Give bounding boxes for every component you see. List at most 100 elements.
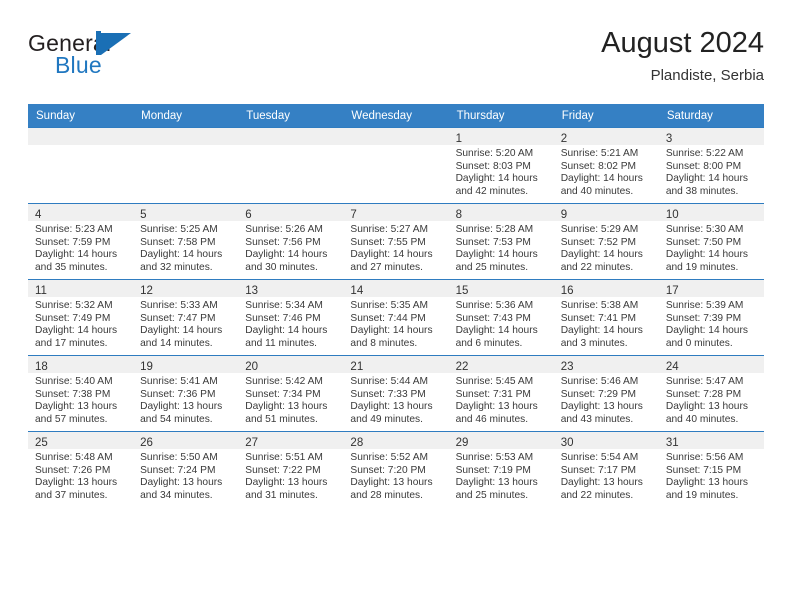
daylight-text-line1: Daylight: 14 hours [245,249,328,261]
calendar-day-cell[interactable]: 30 Sunrise: 5:54 AM Sunset: 7:17 PM Dayligh… [553,431,659,507]
calendar-day-cell[interactable]: 8 Sunrise: 5:28 AM Sunset: 7:53 PM Daylight… [448,203,554,280]
calendar-day-cell[interactable]: 21 Sunrise: 5:44 AM Sunset: 7:33 PM Dayligh… [343,355,449,432]
calendar-day-cell[interactable]: 26 Sunrise: 5:50 AM Sunset: 7:24 PM Dayligh… [133,431,239,507]
sunset-text: Sunset: 7:38 PM [35,388,111,400]
weekday-header-wednesday: Wednesday [343,104,449,128]
sunset-text: Sunset: 7:22 PM [245,464,321,476]
calendar-day-cell[interactable]: 29 Sunrise: 5:53 AM Sunset: 7:19 PM Dayligh… [448,431,554,507]
calendar-day-cell[interactable]: 3 Sunrise: 5:22 AM Sunset: 8:00 PM Daylight… [658,127,764,204]
daylight-text-line2: and 19 minutes. [665,261,739,273]
daylight-text-line2: and 54 minutes. [140,413,213,425]
daylight-text-line2: and 28 minutes. [350,489,423,501]
calendar-day-cell[interactable]: 24 Sunrise: 5:47 AM Sunset: 7:28 PM Dayligh… [658,355,764,432]
daylight-text-line2: and 34 minutes. [140,489,213,501]
sunrise-text: Sunrise: 5:48 AM [35,452,113,463]
sunset-text: Sunset: 7:33 PM [350,388,426,400]
day-cell-inner [343,128,449,203]
calendar-day-cell[interactable]: 2 Sunrise: 5:21 AM Sunset: 8:02 PM Daylight… [553,127,659,204]
sunset-text: Sunset: 7:17 PM [560,464,637,476]
calendar-day-cell[interactable]: 31 Sunrise: 5:56 AM Sunset: 7:15 PM Dayligh… [658,431,764,507]
sunset-text: Sunset: 7:41 PM [560,312,637,324]
sunset-text: Sunset: 7:29 PM [560,388,637,400]
day-cell-inner: 2 Sunrise: 5:21 AM Sunset: 8:02 PM Daylight… [553,128,659,203]
sunset-text: Sunset: 8:00 PM [665,160,742,172]
calendar-day-cell[interactable]: 10 Sunrise: 5:30 AM Sunset: 7:50 PM Dayligh… [658,203,764,280]
calendar-day-cell[interactable]: 11 Sunrise: 5:32 AM Sunset: 7:49 PM Dayligh… [28,279,134,356]
daylight-text-line1: Daylight: 13 hours [140,401,223,413]
calendar-day-cell[interactable]: 16 Sunrise: 5:38 AM Sunset: 7:41 PM Dayligh… [553,279,659,356]
day-number: 17 [665,285,679,297]
day-cell-inner [133,128,239,203]
daylight-text-line1: Daylight: 14 hours [560,249,643,261]
daylight-text-line2: and 22 minutes. [560,261,634,273]
day-sun-info: Sunrise: 5:33 AM Sunset: 7:47 PM Daylight:… [133,297,238,350]
day-sun-info: Sunrise: 5:27 AM Sunset: 7:55 PM Daylight:… [343,221,448,274]
daylight-text-line2: and 25 minutes. [455,261,529,273]
sunrise-text: Sunrise: 5:54 AM [560,452,639,463]
day-sun-info: Sunrise: 5:32 AM Sunset: 7:49 PM Daylight:… [28,297,133,350]
daylight-text-line2: and 14 minutes. [140,337,213,349]
day-number: 13 [245,285,259,297]
daylight-text-line1: Daylight: 13 hours [245,477,328,489]
daylight-text-line2: and 57 minutes. [35,413,108,425]
calendar-day-cell[interactable]: 14 Sunrise: 5:35 AM Sunset: 7:44 PM Dayligh… [343,279,449,356]
day-cell-inner: 11 Sunrise: 5:32 AM Sunset: 7:49 PM Dayligh… [28,280,134,355]
brand-logo[interactable]: General Blue [28,30,168,86]
daylight-text-line2: and 0 minutes. [665,337,733,349]
calendar-day-cell[interactable]: 22 Sunrise: 5:45 AM Sunset: 7:31 PM Dayligh… [448,355,554,432]
calendar-day-cell[interactable]: 7 Sunrise: 5:27 AM Sunset: 7:55 PM Daylight… [343,203,449,280]
day-cell-inner: 3 Sunrise: 5:22 AM Sunset: 8:00 PM Daylight… [658,128,764,203]
calendar-day-cell[interactable]: 25 Sunrise: 5:48 AM Sunset: 7:26 PM Dayligh… [28,431,134,507]
calendar-week-row: 1 Sunrise: 5:20 AM Sunset: 8:03 PM Daylight… [28,127,764,204]
day-number-band: 1 [448,128,554,145]
calendar-day-cell[interactable]: 13 Sunrise: 5:34 AM Sunset: 7:46 PM Dayligh… [238,279,344,356]
daylight-text-line1: Daylight: 14 hours [560,325,643,337]
calendar-day-cell[interactable]: 15 Sunrise: 5:36 AM Sunset: 7:43 PM Dayligh… [448,279,554,356]
day-number: 5 [140,209,147,221]
day-number-band: 28 [343,432,449,449]
daylight-text-line1: Daylight: 13 hours [665,477,748,489]
day-sun-info: Sunrise: 5:40 AM Sunset: 7:38 PM Daylight:… [28,373,133,426]
day-number: 11 [35,285,47,297]
daylight-text-line2: and 32 minutes. [140,261,213,273]
sunrise-text: Sunrise: 5:29 AM [560,224,639,235]
calendar-day-cell[interactable]: 23 Sunrise: 5:46 AM Sunset: 7:29 PM Dayligh… [553,355,659,432]
daylight-text-line1: Daylight: 14 hours [245,325,328,337]
day-cell-inner: 18 Sunrise: 5:40 AM Sunset: 7:38 PM Dayligh… [28,356,134,431]
day-number-band: 7 [343,204,449,221]
day-number: 20 [245,361,259,373]
sunset-text: Sunset: 7:24 PM [140,464,216,476]
calendar-page: General Blue August 2024 Plandiste, Serb… [0,0,792,612]
page-title: August 2024 [601,27,764,59]
day-cell-inner: 22 Sunrise: 5:45 AM Sunset: 7:31 PM Dayligh… [448,356,554,431]
sunset-text: Sunset: 8:03 PM [455,160,531,172]
calendar-day-cell[interactable]: 27 Sunrise: 5:51 AM Sunset: 7:22 PM Dayligh… [238,431,344,507]
calendar-day-cell[interactable]: 1 Sunrise: 5:20 AM Sunset: 8:03 PM Daylight… [448,127,554,204]
day-cell-inner: 15 Sunrise: 5:36 AM Sunset: 7:43 PM Dayligh… [448,280,554,355]
day-sun-info: Sunrise: 5:30 AM Sunset: 7:50 PM Daylight:… [659,221,764,274]
calendar-day-cell[interactable]: 6 Sunrise: 5:26 AM Sunset: 7:56 PM Daylight… [238,203,344,280]
calendar-day-cell[interactable]: 28 Sunrise: 5:52 AM Sunset: 7:20 PM Dayligh… [343,431,449,507]
day-number: 6 [245,209,252,221]
calendar-day-cell[interactable]: 17 Sunrise: 5:39 AM Sunset: 7:39 PM Dayligh… [658,279,764,356]
day-number: 23 [560,361,574,373]
calendar-day-cell[interactable]: 18 Sunrise: 5:40 AM Sunset: 7:38 PM Dayligh… [28,355,134,432]
weekday-header-friday: Friday [553,104,659,128]
day-number: 12 [140,285,153,297]
sunrise-text: Sunrise: 5:25 AM [140,224,218,235]
calendar-day-cell[interactable]: 19 Sunrise: 5:41 AM Sunset: 7:36 PM Dayligh… [133,355,239,432]
daylight-text-line2: and 6 minutes. [455,337,523,349]
daylight-text-line1: Daylight: 14 hours [350,249,433,261]
day-cell-inner: 5 Sunrise: 5:25 AM Sunset: 7:58 PM Daylight… [133,204,239,279]
weekday-header-thursday: Thursday [448,104,554,128]
calendar-day-cell[interactable]: 9 Sunrise: 5:29 AM Sunset: 7:52 PM Daylight… [553,203,659,280]
calendar-day-cell[interactable]: 5 Sunrise: 5:25 AM Sunset: 7:58 PM Daylight… [133,203,239,280]
calendar-day-cell[interactable]: 12 Sunrise: 5:33 AM Sunset: 7:47 PM Dayligh… [133,279,239,356]
calendar-day-cell[interactable]: 4 Sunrise: 5:23 AM Sunset: 7:59 PM Daylight… [28,203,134,280]
day-number: 9 [560,209,568,221]
calendar-day-cell[interactable]: 20 Sunrise: 5:42 AM Sunset: 7:34 PM Dayligh… [238,355,344,432]
sunset-text: Sunset: 7:55 PM [350,236,426,248]
sunrise-text: Sunrise: 5:34 AM [245,300,323,311]
sunrise-text: Sunrise: 5:33 AM [140,300,218,311]
calendar-week-row: 11 Sunrise: 5:32 AM Sunset: 7:49 PM Dayligh… [28,279,764,356]
